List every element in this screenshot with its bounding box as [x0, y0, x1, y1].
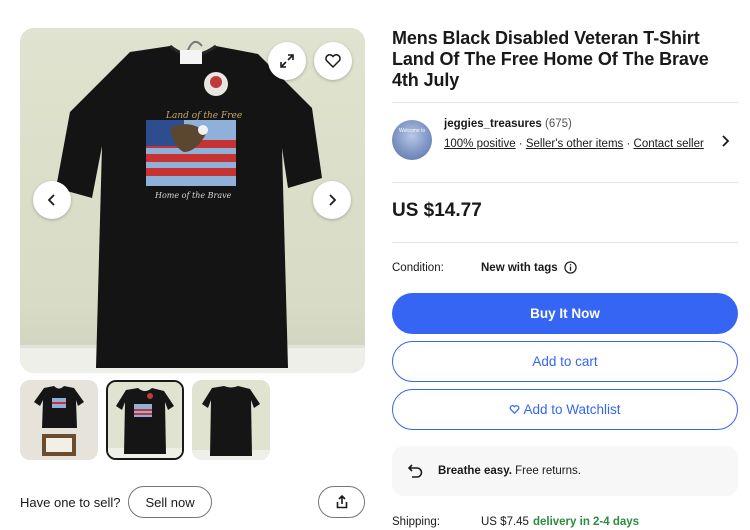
shipping-delivery: delivery in 2-4 days: [532, 516, 640, 528]
returns-banner: Breathe easy. Free returns.: [392, 446, 738, 496]
shipping-cost: US $7.45: [481, 516, 529, 528]
seller-name-line[interactable]: jeggies_treasures (675): [444, 118, 572, 130]
thumbnail-2-selected[interactable]: [106, 380, 184, 460]
seller-avatar[interactable]: Welcome to: [392, 120, 432, 160]
seller-name[interactable]: jeggies_treasures: [444, 118, 542, 130]
divider: [392, 182, 738, 183]
sell-now-button[interactable]: Sell now: [128, 486, 212, 518]
return-icon: [407, 464, 423, 478]
sell-row: Have one to sell? Sell now: [20, 486, 365, 518]
print-top-text: Land of the Free: [165, 111, 242, 121]
seller-feedback-count: (675): [545, 118, 572, 130]
watchlist-label: Add to Watchlist: [523, 402, 621, 417]
heart-icon: [510, 405, 520, 414]
expand-icon: [280, 54, 294, 68]
seller-links: 100% positive · Seller's other items · C…: [444, 137, 704, 152]
separator: ·: [515, 138, 526, 150]
divider: [392, 102, 738, 103]
thumbnail-1[interactable]: [20, 380, 98, 460]
add-to-cart-button[interactable]: Add to cart: [392, 341, 738, 382]
thumbnail-strip: [20, 380, 270, 460]
chevron-right-icon[interactable]: [718, 134, 732, 148]
expand-image-button[interactable]: [268, 42, 306, 80]
condition-value: New with tags: [481, 261, 558, 274]
returns-detail: Free returns.: [511, 465, 581, 477]
previous-image-button[interactable]: [33, 181, 71, 219]
contact-seller-link[interactable]: Contact seller: [634, 138, 704, 150]
watch-heart-button[interactable]: [314, 42, 352, 80]
add-to-watchlist-button[interactable]: Add to Watchlist: [392, 389, 738, 430]
thumbnail-3[interactable]: [192, 380, 270, 460]
returns-bold: Breathe easy.: [438, 465, 512, 477]
chevron-right-icon: [329, 194, 337, 206]
seller-card[interactable]: Welcome to jeggies_treasures (675) 100% …: [392, 112, 738, 176]
share-button[interactable]: [318, 486, 365, 518]
info-icon[interactable]: [564, 261, 577, 274]
print-bottom-text: Home of the Brave: [154, 191, 232, 200]
chevron-left-icon: [47, 194, 55, 206]
condition-row: Condition: New with tags: [392, 261, 577, 274]
sell-question: Have one to sell?: [20, 494, 121, 510]
shipping-label: Shipping:: [392, 516, 440, 528]
condition-label: Condition:: [392, 261, 444, 274]
shipping-row: Shipping: US $7.45 delivery in 2-4 days: [392, 516, 639, 528]
seller-other-items-link[interactable]: Seller's other items: [526, 138, 623, 150]
heart-icon: [325, 54, 341, 68]
avatar-caption: Welcome to: [399, 128, 426, 134]
listing-title: Mens Black Disabled Veteran T-Shirt Land…: [392, 28, 709, 90]
share-icon: [336, 495, 347, 509]
main-product-image[interactable]: Land of the Free Home of the Brave: [20, 28, 365, 373]
next-image-button[interactable]: [313, 181, 351, 219]
separator: ·: [623, 138, 634, 150]
price: US $14.77: [392, 200, 482, 221]
divider: [392, 242, 738, 243]
positive-feedback-link[interactable]: 100% positive: [444, 138, 516, 150]
buy-it-now-button[interactable]: Buy It Now: [392, 293, 738, 334]
returns-text: Breathe easy. Free returns.: [438, 465, 581, 477]
listing-summary: Mens Black Disabled Veteran T-Shirt Land…: [392, 28, 738, 91]
